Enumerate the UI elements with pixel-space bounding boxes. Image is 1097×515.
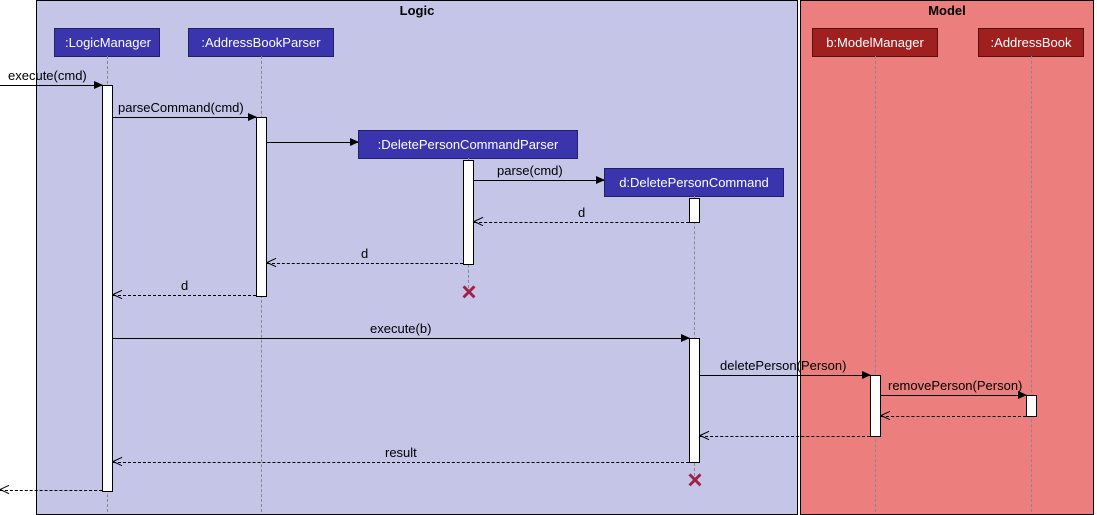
arrowhead-icon (596, 176, 605, 184)
msg-label: execute(b) (370, 321, 431, 336)
participant-logic-manager: :LogicManager (54, 28, 160, 57)
lifeline (875, 56, 876, 512)
package-logic-title: Logic (400, 3, 435, 18)
msg-label: removePerson(Person) (888, 378, 1022, 393)
activation-address-book (1026, 395, 1037, 417)
package-logic: Logic (36, 0, 798, 515)
return-arrow (113, 462, 689, 463)
msg-label: deletePerson(Person) (720, 358, 846, 373)
msg-label: d (578, 205, 585, 220)
participant-address-book: :AddressBook (978, 28, 1084, 57)
activation-delete-parser (463, 160, 474, 265)
return-arrow (0, 490, 102, 491)
arrowhead-icon (681, 334, 690, 342)
msg-label: d (181, 278, 188, 293)
msg-arrow (267, 142, 358, 143)
lifeline (1031, 56, 1032, 512)
msg-label: parseCommand(cmd) (118, 100, 244, 115)
return-arrow (113, 295, 256, 296)
activation-model-manager (870, 375, 881, 437)
participant-model-manager: b:ModelManager (812, 28, 938, 57)
activation-parser (256, 117, 267, 297)
participant-label: :AddressBookParser (201, 35, 320, 50)
participant-label: :LogicManager (65, 35, 151, 50)
destroy-icon: × (687, 465, 702, 496)
msg-arrow (474, 180, 604, 181)
participant-label: d:DeletePersonCommand (619, 175, 769, 190)
msg-arrow (113, 338, 689, 339)
msg-arrow (0, 85, 102, 86)
activation-delete-command-2 (689, 338, 700, 463)
participant-label: :AddressBook (991, 35, 1072, 50)
participant-address-book-parser: :AddressBookParser (188, 28, 334, 57)
msg-arrow (881, 395, 1026, 396)
arrowhead-icon (248, 113, 257, 121)
participant-delete-parser: :DeletePersonCommandParser (358, 130, 578, 159)
participant-label: :DeletePersonCommandParser (378, 137, 559, 152)
arrowhead-icon (350, 138, 359, 146)
msg-label: result (385, 445, 417, 460)
return-arrow (881, 416, 1026, 417)
msg-label: execute(cmd) (8, 68, 87, 83)
sequence-diagram: Logic Model :LogicManager :AddressBookPa… (0, 0, 1097, 515)
arrowhead-icon (862, 371, 871, 379)
return-arrow (700, 436, 870, 437)
arrowhead-icon (94, 81, 103, 89)
participant-delete-command: d:DeletePersonCommand (604, 168, 784, 197)
package-model: Model (800, 0, 1094, 515)
msg-label: d (361, 246, 368, 261)
package-model-title: Model (928, 3, 966, 18)
msg-arrow (700, 375, 870, 376)
activation-delete-command-1 (689, 198, 700, 223)
return-arrow (474, 222, 689, 223)
msg-label: parse(cmd) (497, 163, 563, 178)
destroy-icon: × (461, 277, 476, 308)
activation-logic-manager (102, 85, 113, 492)
participant-label: b:ModelManager (826, 35, 924, 50)
msg-arrow (113, 117, 256, 118)
return-arrow (267, 263, 463, 264)
